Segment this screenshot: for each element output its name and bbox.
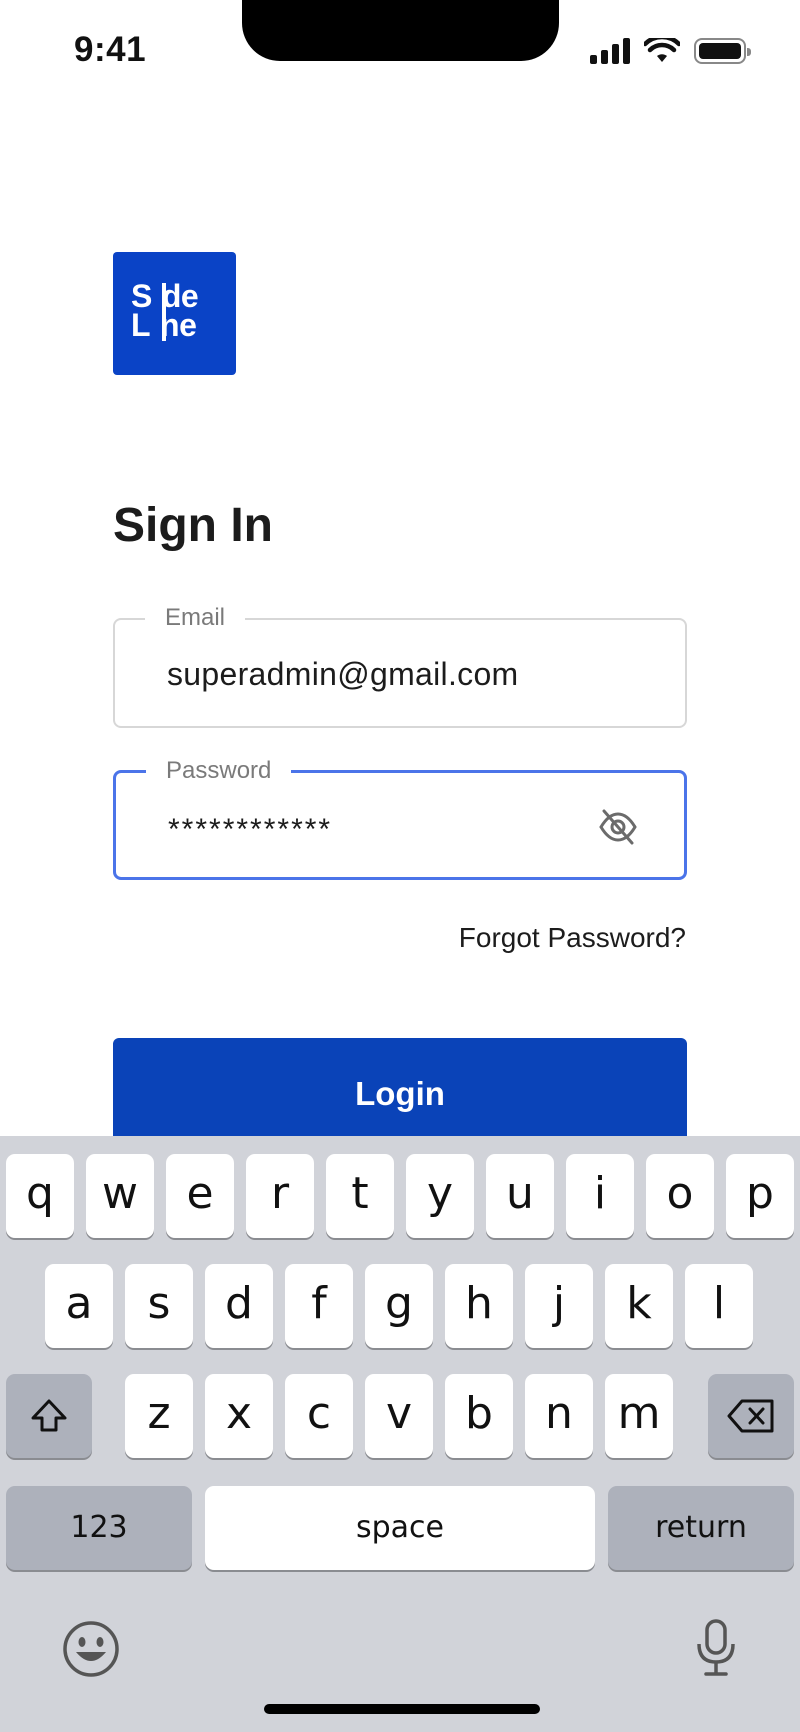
microphone-icon[interactable] bbox=[694, 1618, 738, 1678]
key-x[interactable]: x bbox=[205, 1374, 273, 1458]
password-value: ************ bbox=[168, 813, 333, 846]
key-b[interactable]: b bbox=[445, 1374, 513, 1458]
password-label: Password bbox=[146, 757, 292, 785]
forgot-password-link[interactable]: Forgot Password? bbox=[459, 922, 686, 954]
password-field[interactable]: Password ************ bbox=[113, 757, 687, 880]
key-v[interactable]: v bbox=[365, 1374, 433, 1458]
delete-key[interactable] bbox=[708, 1374, 794, 1458]
key-n[interactable]: n bbox=[525, 1374, 593, 1458]
key-t[interactable]: t bbox=[326, 1154, 394, 1238]
return-key[interactable]: return bbox=[608, 1486, 794, 1570]
space-key[interactable]: space bbox=[205, 1486, 595, 1570]
key-l[interactable]: l bbox=[685, 1264, 753, 1348]
key-k[interactable]: k bbox=[605, 1264, 673, 1348]
key-h[interactable]: h bbox=[445, 1264, 513, 1348]
home-indicator bbox=[264, 1704, 540, 1714]
backspace-icon bbox=[727, 1399, 774, 1433]
key-d[interactable]: d bbox=[205, 1264, 273, 1348]
shift-icon bbox=[31, 1399, 67, 1432]
emoji-icon[interactable] bbox=[62, 1620, 120, 1678]
key-j[interactable]: j bbox=[525, 1264, 593, 1348]
email-value: superadmin@gmail.com bbox=[167, 656, 519, 692]
shift-key[interactable] bbox=[6, 1374, 92, 1458]
eye-off-icon[interactable] bbox=[598, 807, 638, 847]
key-z[interactable]: z bbox=[125, 1374, 193, 1458]
keyboard: q w e r t y u i o p a s d f g h j k l z … bbox=[0, 1136, 800, 1732]
key-a[interactable]: a bbox=[45, 1264, 113, 1348]
page-title: Sign In bbox=[113, 499, 273, 552]
key-q[interactable]: q bbox=[6, 1154, 74, 1238]
email-field[interactable]: Email superadmin@gmail.com bbox=[113, 604, 687, 728]
key-y[interactable]: y bbox=[406, 1154, 474, 1238]
key-w[interactable]: w bbox=[86, 1154, 154, 1238]
device-notch bbox=[242, 0, 559, 61]
key-f[interactable]: f bbox=[285, 1264, 353, 1348]
login-button[interactable]: Login bbox=[113, 1038, 687, 1150]
key-m[interactable]: m bbox=[605, 1374, 673, 1458]
key-r[interactable]: r bbox=[246, 1154, 314, 1238]
numbers-key[interactable]: 123 bbox=[6, 1486, 192, 1570]
key-o[interactable]: o bbox=[646, 1154, 714, 1238]
wifi-icon bbox=[644, 38, 680, 62]
sideline-logo: Sde Lne bbox=[113, 252, 236, 375]
cellular-signal-icon bbox=[590, 38, 630, 64]
key-u[interactable]: u bbox=[486, 1154, 554, 1238]
key-c[interactable]: c bbox=[285, 1374, 353, 1458]
key-e[interactable]: e bbox=[166, 1154, 234, 1238]
key-i[interactable]: i bbox=[566, 1154, 634, 1238]
status-time: 9:41 bbox=[74, 30, 147, 69]
email-label: Email bbox=[145, 604, 246, 632]
status-icons bbox=[590, 38, 751, 64]
battery-icon bbox=[694, 38, 751, 64]
key-s[interactable]: s bbox=[125, 1264, 193, 1348]
key-p[interactable]: p bbox=[726, 1154, 794, 1238]
key-g[interactable]: g bbox=[365, 1264, 433, 1348]
